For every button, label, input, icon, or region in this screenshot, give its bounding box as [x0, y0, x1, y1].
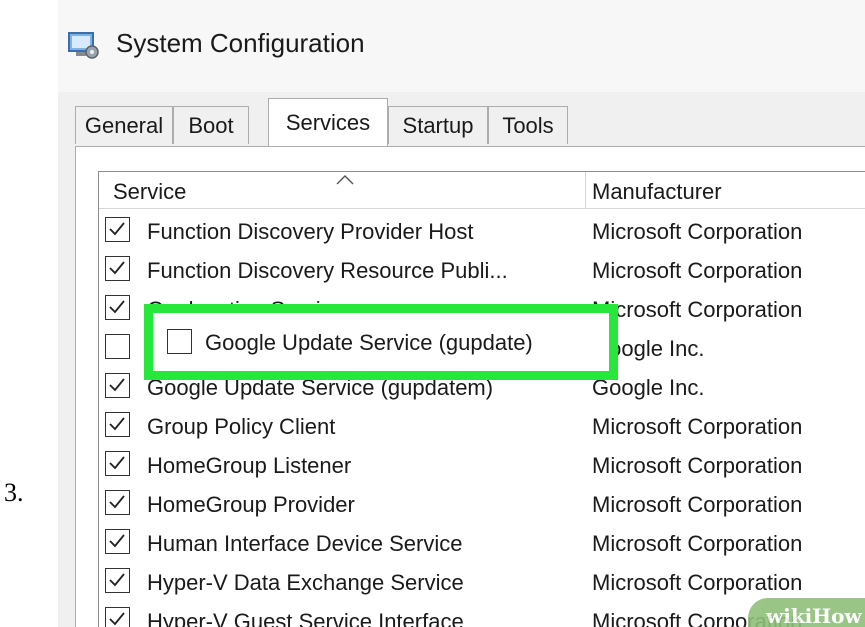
column-header-service[interactable]: Service: [113, 172, 186, 208]
checkmark-icon: [109, 378, 125, 392]
checkmark-icon: [109, 417, 125, 431]
checkmark-icon: [109, 222, 125, 236]
tab-boot[interactable]: Boot: [173, 106, 249, 144]
service-name: Human Interface Device Service: [147, 531, 463, 556]
service-manufacturer: Microsoft Corporation: [592, 414, 803, 439]
service-checkbox[interactable]: [105, 217, 130, 242]
service-checkbox[interactable]: [105, 451, 130, 476]
service-manufacturer: Microsoft Corporation: [592, 258, 803, 283]
service-checkbox[interactable]: [105, 607, 130, 627]
column-header-manufacturer[interactable]: Manufacturer: [592, 172, 722, 208]
wikihow-watermark: wikiHow: [748, 598, 865, 627]
service-name: Function Discovery Resource Publi...: [147, 258, 508, 283]
service-name: HomeGroup Provider: [147, 492, 355, 517]
tab-tools[interactable]: Tools: [488, 106, 568, 144]
service-manufacturer: Microsoft Corporation: [592, 492, 803, 517]
service-manufacturer: Microsoft Corporation: [592, 219, 803, 244]
service-row[interactable]: Group Policy Client Microsoft Corporation: [99, 407, 865, 446]
sort-ascending-icon: [336, 175, 354, 185]
service-name: Function Discovery Provider Host: [147, 219, 474, 244]
tab-strip: General Boot Services Startup Tools: [58, 98, 865, 146]
service-checkbox[interactable]: [105, 412, 130, 437]
service-name: Group Policy Client: [147, 414, 336, 439]
column-divider[interactable]: [585, 172, 586, 208]
checkmark-icon: [109, 573, 125, 587]
tab-services[interactable]: Services: [268, 98, 388, 146]
service-checkbox[interactable]: [105, 373, 130, 398]
service-manufacturer: Microsoft Corporation: [592, 531, 803, 556]
service-name: Hyper-V Guest Service Interface: [147, 609, 464, 627]
step-number: 3.: [4, 478, 24, 507]
service-checkbox[interactable]: [105, 529, 130, 554]
service-row[interactable]: Human Interface Device Service Microsoft …: [99, 524, 865, 563]
system-configuration-window: System Configuration General Boot Servic…: [58, 0, 865, 627]
service-name: Hyper-V Data Exchange Service: [147, 570, 464, 595]
service-checkbox[interactable]: [105, 568, 130, 593]
checkmark-icon: [109, 261, 125, 275]
service-row[interactable]: Function Discovery Resource Publi... Micr…: [99, 251, 865, 290]
checkmark-icon: [109, 456, 125, 470]
services-list[interactable]: Service Manufacturer Function Discovery …: [98, 171, 865, 627]
checkmark-icon: [109, 495, 125, 509]
service-manufacturer: Microsoft Corporation: [592, 570, 803, 595]
service-manufacturer: Microsoft Corporation: [592, 297, 803, 322]
service-name: Google Update Service (gupdate): [205, 330, 533, 355]
service-row[interactable]: Function Discovery Provider Host Microsof…: [99, 212, 865, 251]
checkmark-icon: [109, 612, 125, 626]
window-title: System Configuration: [116, 28, 365, 58]
list-header: Service Manufacturer: [99, 172, 865, 209]
tab-startup[interactable]: Startup: [388, 106, 488, 144]
service-checkbox[interactable]: [105, 334, 130, 359]
checkmark-icon: [109, 300, 125, 314]
service-row[interactable]: HomeGroup Listener Microsoft Corporation: [99, 446, 865, 485]
title-bar: System Configuration: [58, 0, 865, 92]
service-name: HomeGroup Listener: [147, 453, 352, 478]
service-row[interactable]: Hyper-V Data Exchange Service Microsoft C…: [99, 563, 865, 602]
service-checkbox[interactable]: [105, 256, 130, 281]
system-config-icon: [68, 32, 99, 59]
service-row[interactable]: HomeGroup Provider Microsoft Corporation: [99, 485, 865, 524]
service-checkbox[interactable]: [105, 295, 130, 320]
service-checkbox[interactable]: [167, 329, 192, 354]
highlighted-service-row[interactable]: Google Update Service (gupdate): [144, 304, 618, 380]
services-panel: Service Manufacturer Function Discovery …: [75, 146, 865, 627]
service-manufacturer: Microsoft Corporation: [592, 453, 803, 478]
checkmark-icon: [109, 534, 125, 548]
service-checkbox[interactable]: [105, 490, 130, 515]
tab-general[interactable]: General: [75, 106, 173, 144]
